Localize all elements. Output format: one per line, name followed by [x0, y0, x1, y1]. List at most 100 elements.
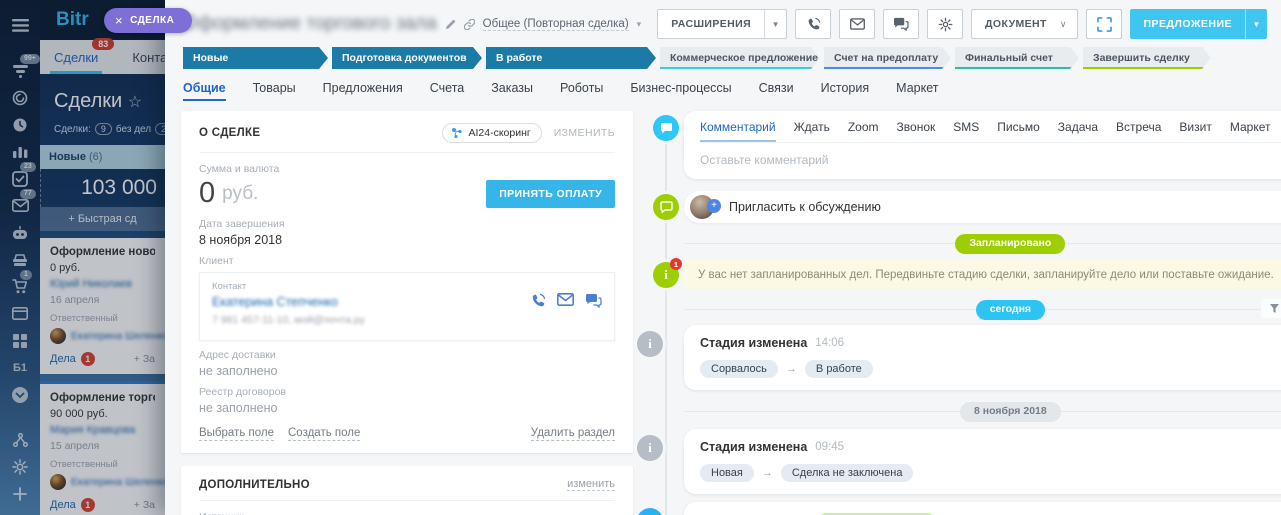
- chevron-down-icon[interactable]: ▼: [1245, 9, 1267, 39]
- link-icon: [464, 19, 475, 30]
- deal-header: Оформление торгового зала Общее (Повторн…: [165, 0, 1281, 40]
- tab-general[interactable]: Общие: [183, 81, 226, 101]
- contact-name-link[interactable]: Екатерина Степченко: [212, 295, 365, 309]
- tab-meeting[interactable]: Встреча: [1116, 120, 1161, 134]
- deal-amount[interactable]: 0: [199, 177, 215, 210]
- tab-wait[interactable]: Ждать: [794, 120, 830, 134]
- call-icon: [637, 508, 663, 515]
- chevron-down-icon: ∨: [1060, 19, 1078, 30]
- planned-badge: Запланировано: [955, 234, 1065, 254]
- registry-value[interactable]: не заполнено: [199, 401, 615, 415]
- select-field-link[interactable]: Выбрать поле: [199, 427, 274, 441]
- tab-links[interactable]: Связи: [759, 81, 794, 101]
- tab-robots[interactable]: Роботы: [560, 81, 603, 101]
- tab-sms[interactable]: SMS: [953, 120, 979, 134]
- create-field-link[interactable]: Создать поле: [288, 427, 360, 441]
- comment-input[interactable]: Оставьте комментарий: [700, 143, 1281, 179]
- tab-zoom[interactable]: Zoom: [848, 120, 879, 134]
- tab-orders[interactable]: Заказы: [491, 81, 533, 101]
- email-button[interactable]: [839, 9, 875, 39]
- info-icon: i: [637, 435, 663, 461]
- timeline-entry-stage-change[interactable]: i Стадия изменена 14:06 Сорвалось → В ра…: [684, 325, 1281, 390]
- stage-new[interactable]: Новые: [183, 47, 328, 69]
- proposal-button[interactable]: ПРЕДЛОЖЕНИЕ ▼: [1130, 9, 1267, 39]
- chevron-down-icon[interactable]: ▼: [764, 10, 786, 38]
- stage-final-invoice[interactable]: Финальный счет: [955, 47, 1079, 69]
- tab-invoices[interactable]: Счета: [430, 81, 464, 101]
- slider-close-tab[interactable]: × СДЕЛКА: [104, 8, 192, 33]
- tab-task[interactable]: Задача: [1058, 120, 1098, 134]
- close-date-value[interactable]: 8 ноября 2018: [199, 233, 615, 247]
- stage-prepay-invoice[interactable]: Счет на предоплату: [824, 47, 951, 69]
- chat-button[interactable]: [883, 9, 919, 39]
- arrow-icon: →: [786, 363, 797, 375]
- stage-close-deal[interactable]: Завершить сделку: [1083, 47, 1211, 69]
- tab-call[interactable]: Звонок: [897, 120, 936, 134]
- tab-visit[interactable]: Визит: [1179, 120, 1211, 134]
- planned-divider: Запланировано: [684, 233, 1281, 253]
- tab-bizproc[interactable]: Бизнес-процессы: [630, 81, 731, 101]
- slider-overlay[interactable]: [0, 0, 165, 515]
- accept-payment-button[interactable]: ПРИНЯТЬ ОПЛАТУ: [486, 180, 615, 208]
- edit-section-link[interactable]: ИЗМЕНИТЬ: [554, 127, 615, 139]
- deal-detail-panel: Оформление торгового зала Общее (Повторн…: [165, 0, 1281, 515]
- filter-button[interactable]: ФИЛЬТР: [1261, 299, 1281, 318]
- deal-stage-bar: Новые Подготовка документов В работе Ком…: [183, 47, 1265, 69]
- bitrix24-crm-screen: 99+ 23 77 1 Б1 Bitr Сделк: [0, 0, 1281, 515]
- deal-category-selector[interactable]: Общее (Повторная сделка): [483, 18, 629, 31]
- email-contact-icon[interactable]: [557, 293, 574, 306]
- delete-section-link[interactable]: Удалить раздел: [531, 427, 615, 441]
- tab-history[interactable]: История: [821, 81, 869, 101]
- stage-from-tag: Сорвалось: [700, 360, 778, 378]
- info-icon: i 1: [653, 262, 679, 288]
- tab-market[interactable]: Маркет: [896, 81, 938, 101]
- additional-card: ДОПОЛНИТЕЛЬНО изменить Источник Звонок: [181, 466, 633, 515]
- discussion-icon: [653, 194, 679, 220]
- deal-tabs: Общие Товары Предложения Счета Заказы Ро…: [165, 69, 1281, 101]
- stage-proposal[interactable]: Коммерческое предложение: [660, 47, 820, 69]
- today-badge: сегодня: [976, 300, 1045, 320]
- tab-products[interactable]: Товары: [253, 81, 296, 101]
- chat-contact-icon[interactable]: [585, 293, 602, 308]
- chevron-down-icon: ▾: [637, 19, 642, 30]
- arrow-icon: →: [762, 467, 773, 479]
- settings-button[interactable]: [927, 9, 963, 39]
- edit-section-link[interactable]: изменить: [567, 478, 615, 491]
- date-badge: 8 ноября 2018: [960, 402, 1061, 422]
- deal-fields-column: О СДЕЛКЕ AI24-скоринг ИЗМЕНИТЬ Сумма и в…: [181, 111, 633, 515]
- info-icon: i: [637, 331, 663, 357]
- today-divider: сегодня ФИЛЬТР: [684, 299, 1281, 319]
- about-deal-card: О СДЕЛКЕ AI24-скоринг ИЗМЕНИТЬ Сумма и в…: [181, 111, 633, 453]
- close-icon: ×: [115, 13, 123, 28]
- document-button[interactable]: ДОКУМЕНТ ∨: [971, 9, 1078, 39]
- timeline-editor: Комментарий Ждать Zoom Звонок SMS Письмо…: [684, 111, 1281, 179]
- fullscreen-button[interactable]: [1086, 9, 1122, 39]
- invite-to-discussion[interactable]: + Пригласить к обсуждению: [684, 191, 1281, 223]
- client-contact-card[interactable]: Контакт Екатерина Степченко 7 981 457-11…: [199, 272, 615, 341]
- no-activities-notice: У вас нет запланированных дел. Передвинь…: [684, 260, 1281, 290]
- stage-to-tag: Сделка не заключена: [781, 464, 914, 482]
- section-title: О СДЕЛКЕ: [199, 127, 260, 139]
- stage-to-tag: В работе: [805, 360, 873, 378]
- extensions-button[interactable]: РАСШИРЕНИЯ ▼: [657, 9, 787, 39]
- call-contact-icon[interactable]: [530, 293, 546, 309]
- date-divider: 8 ноября 2018: [684, 401, 1281, 421]
- tab-letter[interactable]: Письмо: [997, 120, 1040, 134]
- stage-from-tag: Новая: [700, 464, 754, 482]
- notice-count-badge: 1: [670, 258, 682, 270]
- funnel-icon: [1270, 304, 1279, 313]
- stage-in-progress[interactable]: В работе: [486, 47, 656, 69]
- edit-pencil-icon[interactable]: [445, 19, 456, 30]
- call-button[interactable]: [795, 9, 831, 39]
- deal-title[interactable]: Оформление торгового зала: [183, 13, 437, 35]
- add-user-icon[interactable]: +: [707, 199, 721, 213]
- tab-quotes[interactable]: Предложения: [323, 81, 403, 101]
- stage-docs[interactable]: Подготовка документов: [332, 47, 482, 69]
- address-value[interactable]: не заполнено: [199, 364, 615, 378]
- ai-scoring-button[interactable]: AI24-скоринг: [442, 123, 541, 143]
- tab-comment[interactable]: Комментарий: [700, 120, 776, 142]
- section-title: ДОПОЛНИТЕЛЬНО: [199, 479, 310, 491]
- tab-market[interactable]: Маркет: [1230, 120, 1271, 134]
- timeline-entry-incoming-call[interactable]: Входящий звонок успешный звонок 09:43 Вх…: [684, 502, 1281, 515]
- timeline-entry-stage-change[interactable]: i Стадия изменена 09:45 Новая → Сделка н…: [684, 429, 1281, 494]
